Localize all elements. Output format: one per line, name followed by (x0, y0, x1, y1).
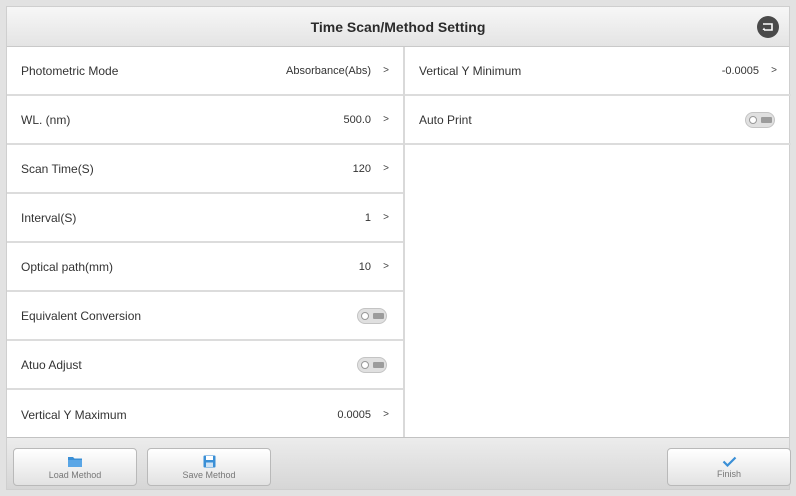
toggle-knob (361, 360, 369, 369)
setting-photometric-mode[interactable]: Photometric Mode Absorbance(Abs) > (7, 47, 403, 96)
auto-adjust-toggle[interactable] (357, 356, 387, 373)
load-method-button[interactable]: Load Method (13, 448, 137, 486)
bottom-toolbar: Load Method Save Method Finish (7, 437, 791, 489)
toggle-track-mark (373, 361, 384, 368)
setting-scan-time[interactable]: Scan Time(S) 120 > (7, 145, 403, 194)
setting-label: Scan Time(S) (21, 161, 94, 176)
chevron-right-icon: > (383, 409, 389, 420)
setting-value: Absorbance(Abs) (286, 64, 371, 77)
finish-label: Finish (716, 468, 741, 479)
folder-icon (68, 456, 82, 467)
setting-vertical-y-maximum[interactable]: Vertical Y Maximum 0.0005 > (7, 390, 403, 439)
toggle-knob (749, 115, 757, 124)
load-method-label: Load Method (48, 469, 102, 480)
setting-label: Vertical Y Maximum (21, 407, 127, 422)
setting-label: Vertical Y Minimum (419, 63, 522, 78)
equivalent-conversion-toggle[interactable] (357, 307, 387, 324)
chevron-right-icon: > (771, 65, 777, 76)
chevron-right-icon: > (383, 163, 389, 174)
setting-label: Optical path(mm) (21, 259, 114, 274)
setting-value: 1 (364, 211, 371, 224)
setting-wavelength[interactable]: WL. (nm) 500.0 > (7, 96, 403, 145)
setting-label: WL. (nm) (21, 112, 71, 127)
setting-label: Auto Print (419, 112, 472, 127)
chevron-right-icon: > (383, 65, 389, 76)
method-setting-screen: Time Scan/Method Setting Photometric Mod… (6, 6, 791, 490)
toggle-track-mark (373, 312, 384, 319)
setting-optical-path[interactable]: Optical path(mm) 10 > (7, 243, 403, 292)
setting-auto-adjust: Atuo Adjust (7, 341, 403, 390)
chevron-right-icon: > (383, 261, 389, 272)
checkmark-icon (722, 456, 736, 467)
page-title: Time Scan/Method Setting (310, 18, 486, 35)
setting-label: Atuo Adjust (21, 357, 82, 372)
auto-print-toggle[interactable] (745, 111, 775, 128)
setting-label: Interval(S) (21, 210, 77, 225)
save-method-label: Save Method (182, 469, 236, 480)
right-settings-column: Vertical Y Minimum -0.0005 > Auto Print (405, 47, 791, 439)
settings-panel: Photometric Mode Absorbance(Abs) > WL. (… (7, 47, 791, 439)
setting-value: 500.0 (343, 113, 371, 126)
back-button[interactable] (757, 16, 779, 38)
setting-interval[interactable]: Interval(S) 1 > (7, 194, 403, 243)
title-bar: Time Scan/Method Setting (7, 7, 789, 47)
save-disk-icon (203, 455, 215, 467)
back-icon (762, 23, 773, 31)
setting-value: 0.0005 (337, 408, 371, 421)
setting-vertical-y-minimum[interactable]: Vertical Y Minimum -0.0005 > (405, 47, 791, 96)
setting-value: 120 (352, 162, 371, 175)
toggle-track-mark (761, 116, 772, 123)
setting-value: -0.0005 (721, 64, 759, 77)
setting-value: 10 (358, 260, 371, 273)
chevron-right-icon: > (383, 114, 389, 125)
chevron-right-icon: > (383, 212, 389, 223)
save-method-button[interactable]: Save Method (147, 448, 271, 486)
setting-auto-print: Auto Print (405, 96, 791, 145)
setting-equivalent-conversion: Equivalent Conversion (7, 292, 403, 341)
left-settings-column: Photometric Mode Absorbance(Abs) > WL. (… (7, 47, 403, 439)
toggle-knob (361, 311, 369, 320)
setting-label: Photometric Mode (21, 63, 119, 78)
setting-label: Equivalent Conversion (21, 308, 142, 323)
finish-button[interactable]: Finish (667, 448, 791, 486)
